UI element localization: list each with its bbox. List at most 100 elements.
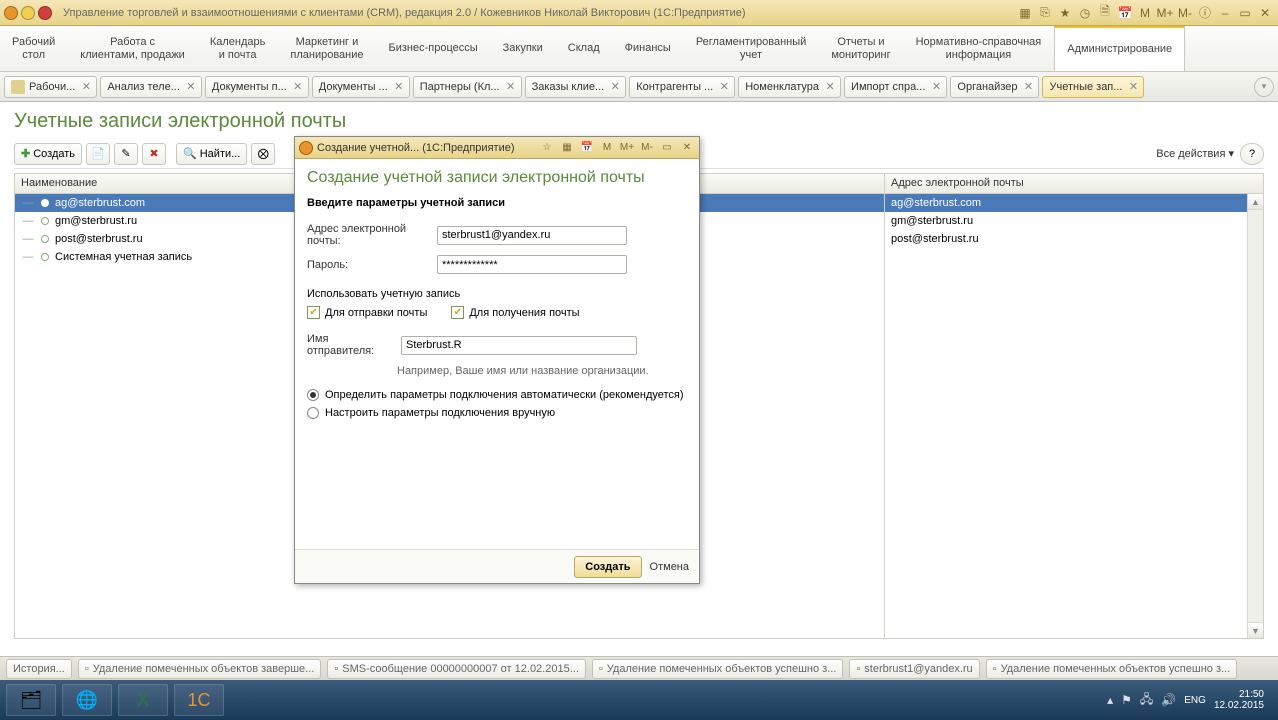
restore-icon[interactable]: ▭	[659, 140, 675, 156]
calc-icon[interactable]: 🗎	[1096, 4, 1114, 22]
language-indicator[interactable]: ENG	[1184, 695, 1206, 706]
cancel-link[interactable]: Отмена	[650, 561, 689, 573]
minimize-icon[interactable]	[21, 6, 35, 20]
section-3[interactable]: Маркетинг ипланирование	[278, 26, 376, 71]
history-item[interactable]: ▫SMS-сообщение 00000000007 от 12.02.2015…	[327, 659, 586, 679]
tab-close-icon[interactable]: ✕	[184, 80, 198, 94]
table-row[interactable]: post@sterbrust.ru	[885, 230, 1263, 248]
section-7[interactable]: Финансы	[613, 26, 684, 71]
star-icon[interactable]: ★	[1056, 4, 1074, 22]
chrome-icon[interactable]: 🌐	[62, 684, 112, 716]
section-11[interactable]: Администрирование	[1054, 26, 1185, 71]
clock-icon[interactable]: ◷	[1076, 4, 1094, 22]
scroll-up-icon[interactable]: ▲	[1248, 194, 1263, 210]
email-input[interactable]	[437, 226, 627, 245]
tabs-overflow-button[interactable]: ▾	[1254, 77, 1274, 97]
m-plus-icon[interactable]: M+	[619, 140, 635, 156]
tab-2[interactable]: Документы п...✕	[205, 76, 309, 98]
info-icon[interactable]: ⓘ	[1196, 4, 1214, 22]
section-0[interactable]: Рабочийстол	[0, 26, 68, 71]
sender-input[interactable]	[401, 336, 637, 355]
table-row[interactable]	[885, 248, 1263, 266]
dialog-titlebar[interactable]: Создание учетной... (1С:Предприятие) ☆ ▦…	[295, 137, 699, 159]
calendar-icon[interactable]: 📅	[1116, 4, 1134, 22]
tab-7[interactable]: Номенклатура✕	[738, 76, 841, 98]
radio-manual[interactable]	[307, 407, 319, 419]
section-10[interactable]: Нормативно-справочнаяинформация	[904, 26, 1055, 71]
section-6[interactable]: Склад	[556, 26, 613, 71]
m-icon[interactable]: M	[1136, 4, 1154, 22]
tab-close-icon[interactable]: ✕	[608, 80, 622, 94]
tab-close-icon[interactable]: ✕	[79, 80, 93, 94]
table-row[interactable]: gm@sterbrust.ru	[885, 212, 1263, 230]
tab-0[interactable]: Рабочи...✕	[4, 76, 97, 98]
m-icon[interactable]: M	[599, 140, 615, 156]
history-item[interactable]: ▫Удаление помеченных объектов успешно з.…	[592, 659, 844, 679]
clear-search-button[interactable]: ⨂	[251, 143, 275, 165]
scroll-down-icon[interactable]: ▼	[1248, 622, 1263, 638]
send-checkbox[interactable]: ✔	[307, 306, 320, 319]
delete-button[interactable]: ✖	[142, 143, 166, 165]
flag-icon[interactable]: ⚑	[1121, 693, 1132, 707]
pin-icon[interactable]: ☆	[539, 140, 555, 156]
column-header-email[interactable]: Адрес электронной почты	[885, 174, 1263, 194]
tab-close-icon[interactable]: ✕	[1126, 80, 1140, 94]
radio-manual-row[interactable]: Настроить параметры подключения вручную	[307, 407, 687, 419]
tab-6[interactable]: Контрагенты ...✕	[629, 76, 735, 98]
m-plus-icon[interactable]: M+	[1156, 4, 1174, 22]
explorer-icon[interactable]: 🗂	[6, 684, 56, 716]
excel-icon[interactable]: X	[118, 684, 168, 716]
receive-checkbox[interactable]: ✔	[451, 306, 464, 319]
m-minus-icon[interactable]: M-	[1176, 4, 1194, 22]
m-minus-icon[interactable]: M-	[639, 140, 655, 156]
tab-4[interactable]: Партнеры (Кл...✕	[413, 76, 522, 98]
tab-close-icon[interactable]: ✕	[717, 80, 731, 94]
tab-9[interactable]: Органайзер✕	[950, 76, 1039, 98]
history-item[interactable]: ▫Удаление помеченных объектов успешно з.…	[986, 659, 1238, 679]
create-button[interactable]: Создать	[574, 556, 641, 578]
section-9[interactable]: Отчеты имониторинг	[819, 26, 903, 71]
section-1[interactable]: Работа склиентами, продажи	[68, 26, 198, 71]
scrollbar[interactable]: ▲ ▼	[1247, 194, 1263, 638]
create-button[interactable]: ✚Создать	[14, 143, 82, 165]
section-4[interactable]: Бизнес-процессы	[377, 26, 491, 71]
tab-close-icon[interactable]: ✕	[929, 80, 943, 94]
window-minimize-icon[interactable]: –	[1216, 4, 1234, 22]
tab-3[interactable]: Документы ...✕	[312, 76, 410, 98]
close-icon[interactable]: ✕	[679, 140, 695, 156]
volume-icon[interactable]: 🔊	[1161, 693, 1176, 707]
all-actions-button[interactable]: Все действия ▾	[1156, 147, 1234, 160]
grid-icon[interactable]: ▦	[559, 140, 575, 156]
help-button[interactable]: ?	[1240, 143, 1264, 165]
tab-10[interactable]: Учетные зап...✕	[1042, 76, 1144, 98]
tab-close-icon[interactable]: ✕	[1021, 80, 1035, 94]
history-button[interactable]: История...	[6, 659, 72, 679]
tab-close-icon[interactable]: ✕	[392, 80, 406, 94]
tab-close-icon[interactable]: ✕	[504, 80, 518, 94]
tab-close-icon[interactable]: ✕	[291, 80, 305, 94]
section-5[interactable]: Закупки	[491, 26, 556, 71]
tab-5[interactable]: Заказы клие...✕	[525, 76, 627, 98]
network-icon[interactable]: 🖧	[1140, 690, 1153, 711]
password-input[interactable]	[437, 255, 627, 274]
tab-close-icon[interactable]: ✕	[823, 80, 837, 94]
radio-auto[interactable]	[307, 389, 319, 401]
window-restore-icon[interactable]: ▭	[1236, 4, 1254, 22]
calendar-icon[interactable]: 📅	[579, 140, 595, 156]
copy-button[interactable]: 📄	[86, 143, 110, 165]
radio-auto-row[interactable]: Определить параметры подключения автомат…	[307, 389, 687, 401]
clock-time[interactable]: 21:50	[1214, 689, 1264, 700]
edit-button[interactable]: ✎	[114, 143, 138, 165]
1c-icon[interactable]: 1C	[174, 684, 224, 716]
tab-8[interactable]: Импорт спра...✕	[844, 76, 947, 98]
window-close-icon[interactable]: ✕	[1256, 4, 1274, 22]
tray-up-icon[interactable]: ▴	[1107, 693, 1113, 707]
section-2[interactable]: Календарьи почта	[198, 26, 279, 71]
tab-1[interactable]: Анализ теле...✕	[100, 76, 202, 98]
clock-date[interactable]: 12.02.2015	[1214, 700, 1264, 711]
find-button[interactable]: 🔍Найти...	[176, 143, 247, 165]
history-item[interactable]: ▫Удаление помеченных объектов заверше...	[78, 659, 322, 679]
tool-icon[interactable]: ⎘	[1036, 4, 1054, 22]
close-icon[interactable]	[38, 6, 52, 20]
section-8[interactable]: Регламентированныйучет	[684, 26, 820, 71]
